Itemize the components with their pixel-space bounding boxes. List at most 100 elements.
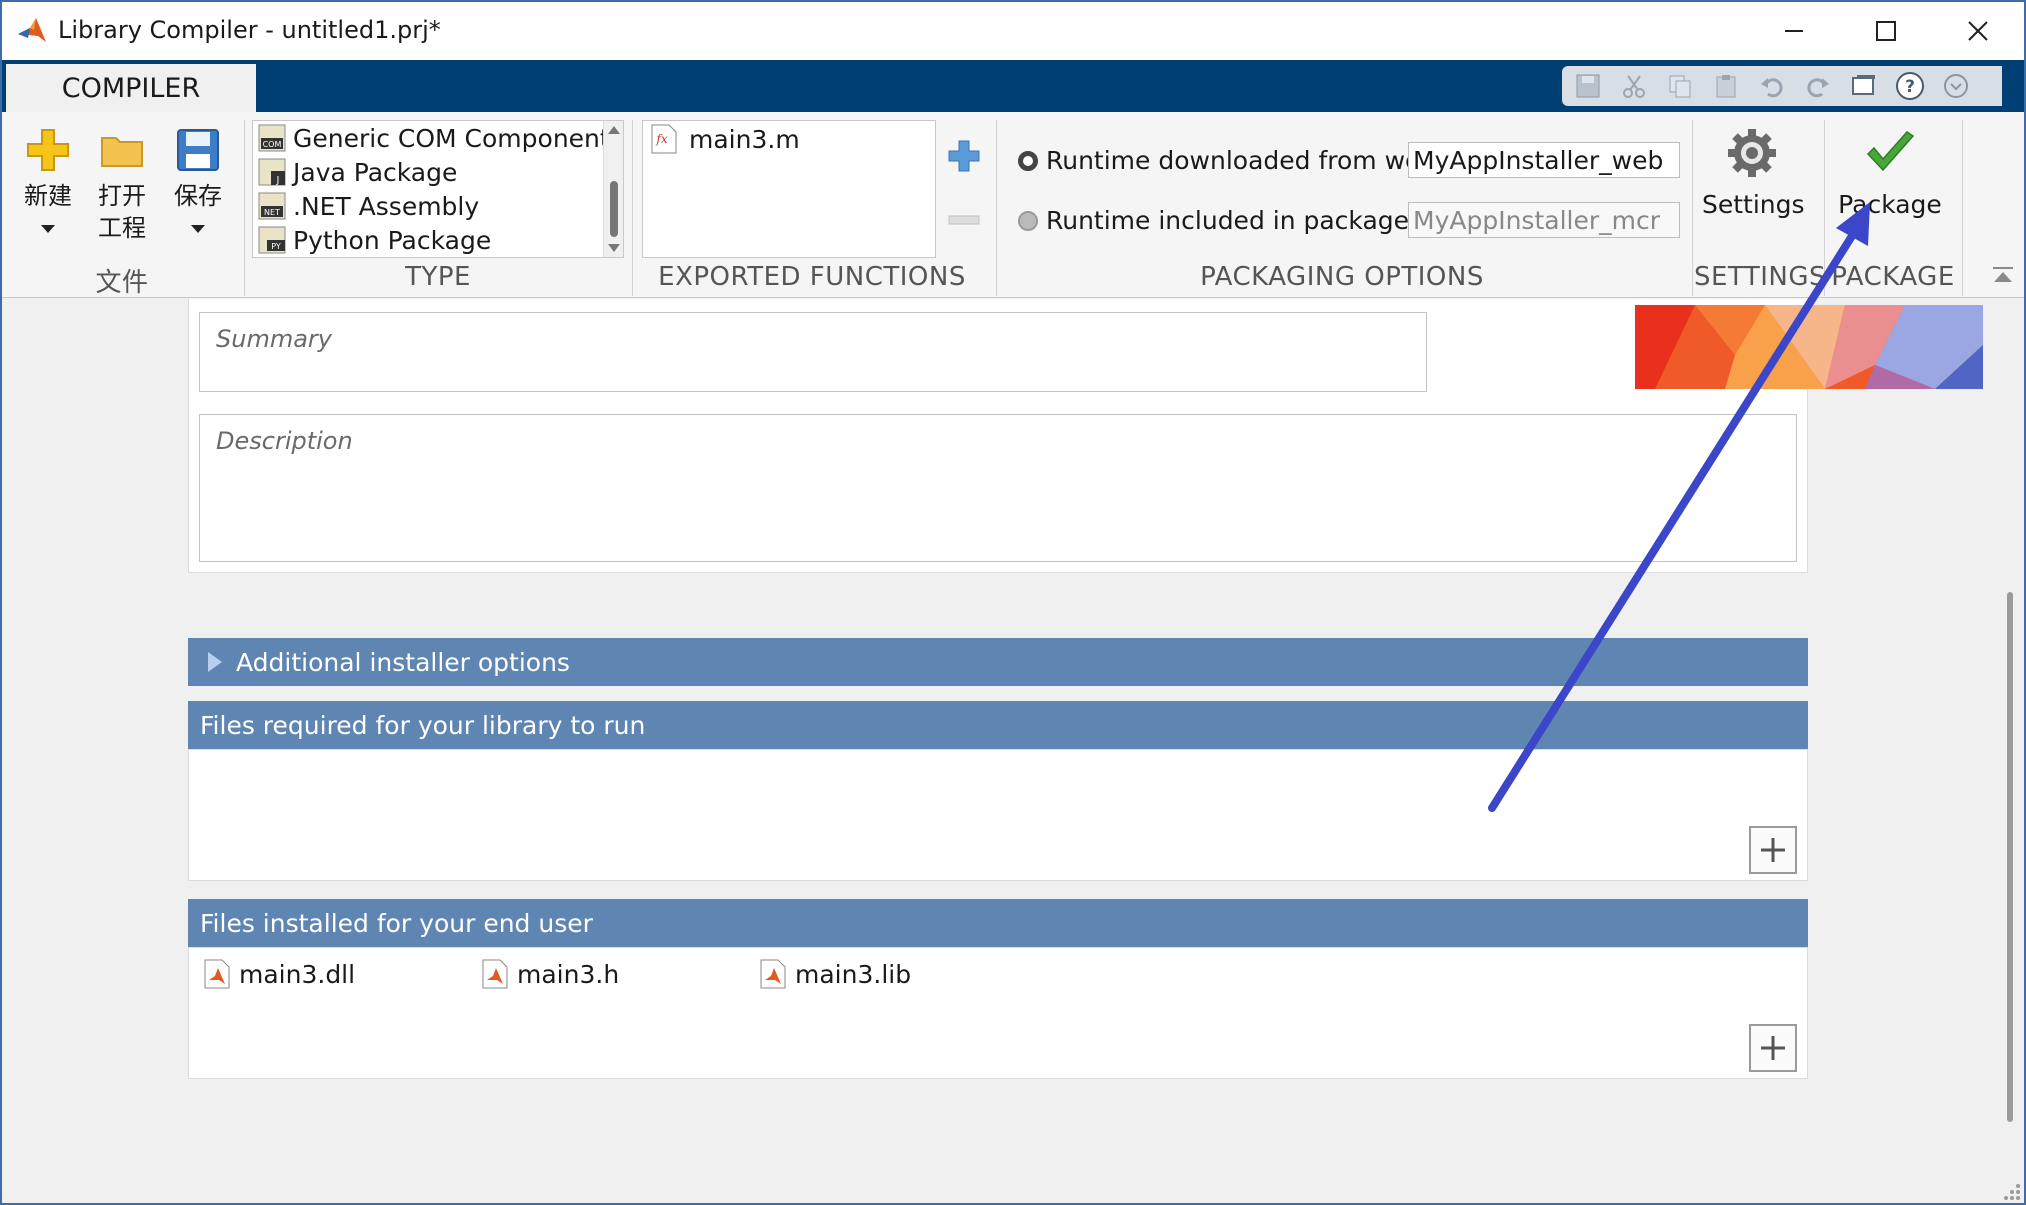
divider bbox=[996, 120, 997, 296]
summary-field[interactable]: Summary bbox=[199, 312, 1427, 392]
add-required-file-button[interactable] bbox=[1749, 826, 1797, 874]
ribbon-options-icon[interactable] bbox=[1938, 70, 1974, 102]
open-label-line1: 打开 bbox=[98, 182, 146, 210]
ribbon-body: 新建 打开 工程 保存 文件 COM Generic COM Component… bbox=[2, 112, 2024, 298]
settings-button[interactable]: Settings bbox=[1702, 126, 1805, 219]
scroll-thumb[interactable] bbox=[2007, 592, 2013, 1122]
type-item-label: .NET Assembly bbox=[293, 191, 480, 221]
add-function-button[interactable] bbox=[946, 138, 982, 174]
collapse-ribbon-icon bbox=[1993, 267, 2013, 282]
matlab-file-icon bbox=[482, 959, 508, 989]
radio-included-label: Runtime included in package bbox=[1046, 206, 1410, 235]
scroll-thumb[interactable] bbox=[610, 181, 618, 237]
installed-file-item[interactable]: main3.lib bbox=[759, 958, 911, 990]
mcr-installer-name-field[interactable]: MyAppInstaller_mcr bbox=[1408, 202, 1680, 238]
section-label-settings: SETTINGS bbox=[1694, 262, 1827, 292]
section-title: Files installed for your end user bbox=[200, 908, 593, 938]
type-item-label: Generic COM Component bbox=[293, 123, 610, 153]
exported-functions-list[interactable]: fx main3.m bbox=[642, 120, 936, 258]
divider bbox=[244, 120, 245, 296]
maximize-icon bbox=[1876, 21, 1896, 41]
installed-file-item[interactable]: main3.dll bbox=[203, 958, 355, 990]
svg-text:PY: PY bbox=[271, 242, 281, 251]
minimize-button[interactable] bbox=[1748, 2, 1840, 60]
radio-web-label: Runtime downloaded from web bbox=[1046, 146, 1437, 175]
type-list-scrollbar[interactable] bbox=[603, 121, 623, 257]
help-icon[interactable]: ? bbox=[1892, 70, 1928, 102]
installed-file-label: main3.dll bbox=[239, 959, 356, 989]
copy-icon[interactable] bbox=[1662, 70, 1698, 102]
section-label-exported-functions: EXPORTED FUNCTIONS bbox=[658, 262, 966, 292]
installed-file-label: main3.lib bbox=[795, 959, 912, 989]
maximize-button[interactable] bbox=[1840, 2, 1932, 60]
type-item-label: Java Package bbox=[293, 157, 458, 187]
type-item-java-package[interactable]: J Java Package bbox=[257, 155, 457, 189]
type-item-net-assembly[interactable]: NET .NET Assembly bbox=[257, 189, 479, 223]
splash-image bbox=[1635, 305, 1983, 389]
new-plus-icon bbox=[27, 129, 69, 171]
checkmark-icon bbox=[1866, 131, 1915, 172]
svg-text:J: J bbox=[276, 175, 280, 186]
collapse-ribbon-button[interactable] bbox=[1990, 264, 2016, 290]
type-item-python-package[interactable]: PY Python Package bbox=[257, 223, 491, 257]
package-button[interactable]: Package bbox=[1838, 126, 1942, 219]
dropdown-arrow-icon bbox=[41, 225, 55, 233]
section-label-file: 文件 bbox=[95, 268, 149, 298]
section-label-type: TYPE bbox=[405, 262, 471, 292]
title-bar: Library Compiler - untitled1.prj* bbox=[2, 2, 2024, 60]
svg-text:fx: fx bbox=[655, 132, 667, 146]
close-button[interactable] bbox=[1932, 2, 2024, 60]
remove-function-button[interactable] bbox=[946, 212, 982, 226]
description-field[interactable]: Description bbox=[199, 414, 1797, 562]
library-compiler-window: Library Compiler - untitled1.prj* COMPIL… bbox=[0, 0, 2026, 1205]
gear-icon bbox=[1728, 129, 1776, 177]
python-package-icon: PY bbox=[258, 226, 286, 254]
settings-label: Settings bbox=[1702, 190, 1805, 219]
matlab-file-icon bbox=[204, 959, 230, 989]
section-title: Files required for your library to run bbox=[200, 710, 646, 740]
radio-selected-indicator bbox=[1018, 150, 1038, 171]
add-installed-file-button[interactable] bbox=[1749, 1024, 1797, 1072]
installed-file-item[interactable]: main3.h bbox=[481, 958, 619, 990]
save-icon[interactable] bbox=[1570, 70, 1606, 102]
paste-icon[interactable] bbox=[1708, 70, 1744, 102]
expand-triangle-icon bbox=[208, 652, 222, 672]
exported-function-label: main3.m bbox=[689, 124, 800, 154]
web-installer-name-field[interactable]: MyAppInstaller_web bbox=[1408, 142, 1680, 178]
floppy-save-icon bbox=[177, 129, 219, 171]
content-scrollbar[interactable] bbox=[2000, 302, 2020, 1182]
new-label: 新建 bbox=[24, 182, 72, 210]
exported-function-item[interactable]: fx main3.m bbox=[649, 123, 800, 155]
files-required-header: Files required for your library to run bbox=[188, 701, 1808, 749]
new-button[interactable]: 新建 bbox=[16, 126, 80, 240]
files-required-panel bbox=[188, 749, 1808, 881]
divider bbox=[1962, 120, 1963, 296]
folder-icon bbox=[101, 137, 143, 167]
resize-grip-icon[interactable] bbox=[1996, 1176, 2022, 1202]
open-project-button[interactable]: 打开 工程 bbox=[90, 126, 154, 244]
type-list[interactable]: COM Generic COM Component J Java Package… bbox=[252, 120, 624, 258]
radio-unselected-indicator bbox=[1018, 210, 1038, 231]
package-label: Package bbox=[1838, 190, 1942, 219]
redo-icon[interactable] bbox=[1800, 70, 1836, 102]
switch-windows-icon[interactable] bbox=[1846, 70, 1882, 102]
function-file-icon: fx bbox=[651, 124, 677, 154]
com-component-icon: COM bbox=[258, 124, 286, 152]
radio-runtime-included[interactable]: Runtime included in package bbox=[1018, 206, 1409, 235]
divider bbox=[632, 120, 633, 296]
divider bbox=[1824, 120, 1825, 296]
type-item-generic-com[interactable]: COM Generic COM Component bbox=[257, 121, 610, 155]
cut-icon[interactable] bbox=[1616, 70, 1652, 102]
radio-runtime-web[interactable]: Runtime downloaded from web bbox=[1018, 146, 1436, 175]
tab-compiler[interactable]: COMPILER bbox=[6, 64, 256, 112]
save-button[interactable]: 保存 bbox=[166, 126, 230, 240]
additional-installer-options-header[interactable]: Additional installer options bbox=[188, 638, 1808, 686]
section-label-package: PACKAGE bbox=[1831, 262, 1955, 292]
type-item-label: Python Package bbox=[293, 225, 492, 255]
undo-icon[interactable] bbox=[1754, 70, 1790, 102]
scroll-down-icon bbox=[608, 244, 620, 252]
quick-access-toolbar: ? bbox=[1562, 66, 2002, 106]
files-installed-header: Files installed for your end user bbox=[188, 899, 1808, 947]
remove-minus-icon bbox=[948, 215, 980, 225]
installed-file-label: main3.h bbox=[517, 959, 620, 989]
